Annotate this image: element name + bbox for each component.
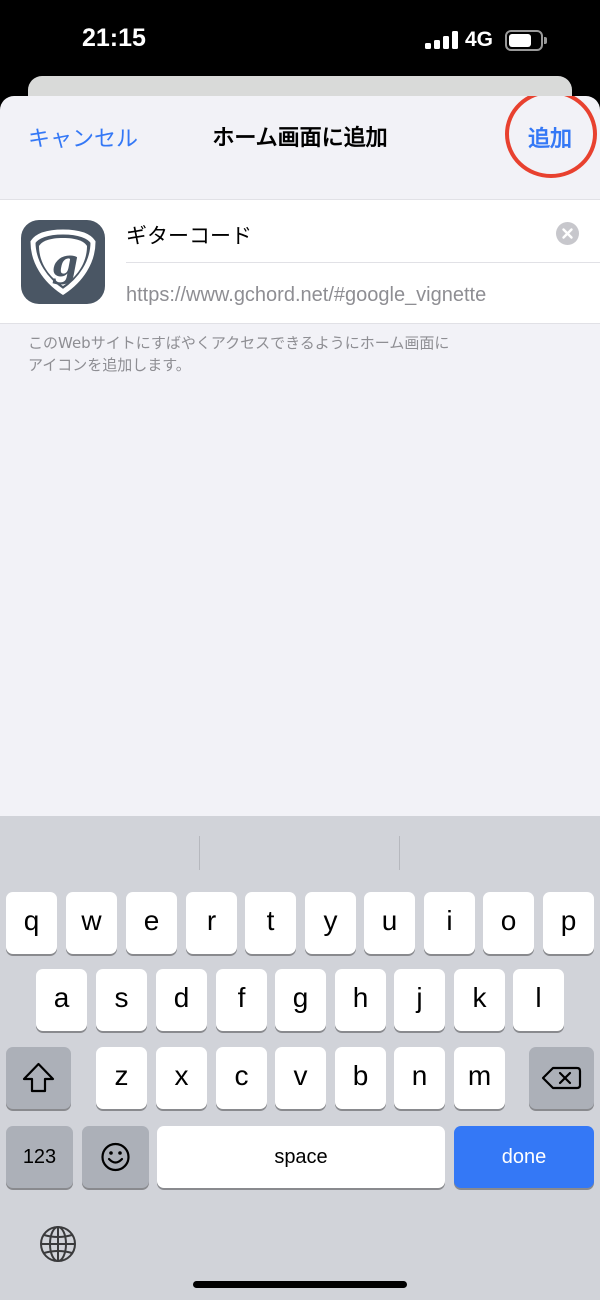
prediction-divider — [399, 836, 400, 870]
key-u[interactable]: u — [364, 892, 415, 954]
svg-text:g: g — [52, 240, 79, 285]
key-r[interactable]: r — [186, 892, 237, 954]
shift-icon[interactable] — [6, 1047, 71, 1109]
key-i[interactable]: i — [424, 892, 475, 954]
url-label: https://www.gchord.net/#google_vignette — [126, 284, 487, 306]
signal-icon — [425, 31, 459, 49]
prediction-divider — [199, 836, 200, 870]
key-q[interactable]: q — [6, 892, 57, 954]
key-e[interactable]: e — [126, 892, 177, 954]
delete-icon[interactable] — [529, 1047, 594, 1109]
key-k[interactable]: k — [454, 969, 505, 1031]
key-o[interactable]: o — [483, 892, 534, 954]
highlight-circle — [505, 96, 597, 178]
key-b[interactable]: b — [335, 1047, 386, 1109]
done-key[interactable]: done — [454, 1126, 594, 1188]
key-t[interactable]: t — [245, 892, 296, 954]
description-text: このWebサイトにすばやくアクセスできるようにホーム画面に アイコンを追加します… — [28, 334, 450, 374]
key-p[interactable]: p — [543, 892, 594, 954]
keyboard: q w e r t y u i o p a s d f g h j k l z … — [0, 816, 600, 1300]
space-key[interactable]: space — [157, 1126, 445, 1188]
key-x[interactable]: x — [156, 1047, 207, 1109]
key-f[interactable]: f — [216, 969, 267, 1031]
emoji-icon[interactable] — [82, 1126, 149, 1188]
key-y[interactable]: y — [305, 892, 356, 954]
status-time: 21:15 — [82, 24, 146, 52]
guitar-pick-g-icon: g — [21, 220, 105, 304]
key-d[interactable]: d — [156, 969, 207, 1031]
status-bar: 21:15 4G — [0, 0, 600, 84]
network-type: 4G — [465, 28, 494, 51]
key-s[interactable]: s — [96, 969, 147, 1031]
key-n[interactable]: n — [394, 1047, 445, 1109]
key-c[interactable]: c — [216, 1047, 267, 1109]
key-h[interactable]: h — [335, 969, 386, 1031]
key-j[interactable]: j — [394, 969, 445, 1031]
battery-icon — [505, 30, 547, 51]
key-w[interactable]: w — [66, 892, 117, 954]
key-g[interactable]: g — [275, 969, 326, 1031]
globe-icon[interactable] — [38, 1224, 78, 1264]
bookmark-form: g ギターコード https://www.gchord.net/#google_… — [0, 199, 600, 324]
clear-icon[interactable] — [556, 222, 579, 245]
key-a[interactable]: a — [36, 969, 87, 1031]
navigation-bar: キャンセル ホーム画面に追加 追加 — [0, 96, 600, 178]
key-m[interactable]: m — [454, 1047, 505, 1109]
key-l[interactable]: l — [513, 969, 564, 1031]
numbers-key[interactable]: 123 — [6, 1126, 73, 1188]
key-v[interactable]: v — [275, 1047, 326, 1109]
field-divider — [126, 262, 600, 263]
home-indicator[interactable] — [193, 1281, 407, 1288]
name-input[interactable]: ギターコード — [126, 220, 252, 250]
key-z[interactable]: z — [96, 1047, 147, 1109]
